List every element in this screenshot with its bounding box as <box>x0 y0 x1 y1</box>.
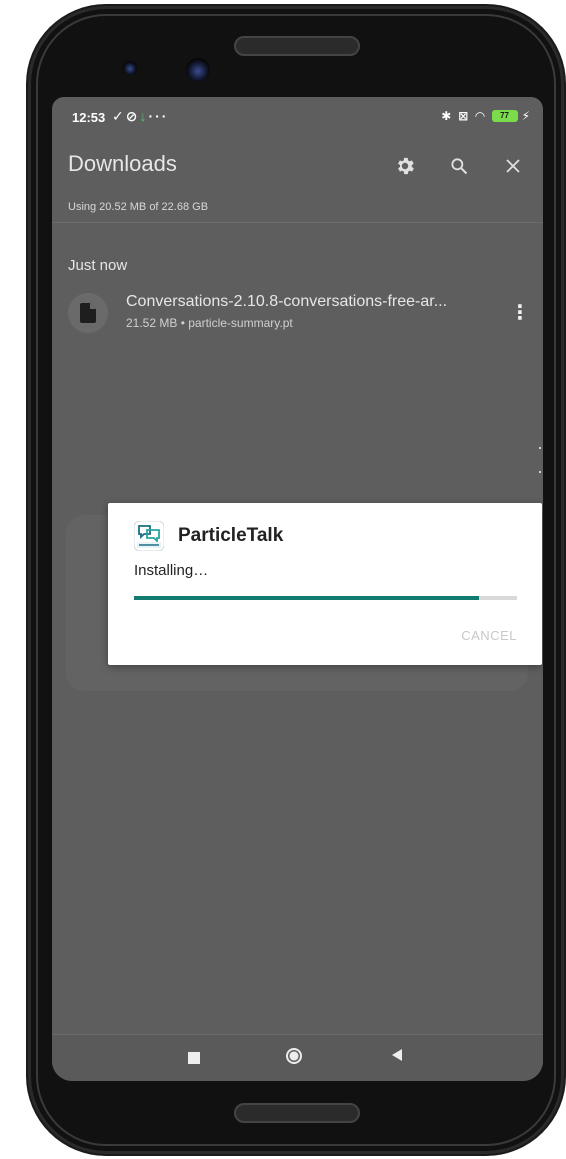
bottom-speaker <box>234 1103 360 1123</box>
app-bar: Downloads <box>52 139 543 195</box>
navigation-bar <box>52 1034 543 1081</box>
install-progress-fill <box>134 596 479 600</box>
phone-frame: 12:53 ✓⊘↓··· ✱ ⊠ ◠ 77 ⚡ Downloads Using … <box>28 6 564 1154</box>
sim-icon: ⊠ <box>458 109 472 123</box>
install-status: Installing… <box>134 562 209 579</box>
status-system-icons: ✱ ⊠ ◠ 77 ⚡ <box>441 109 533 123</box>
section-header: Just now <box>68 257 128 274</box>
earpiece-speaker <box>234 36 360 56</box>
status-notification-icons: ✓⊘↓··· <box>112 108 168 125</box>
bluetooth-icon: ✱ <box>441 109 455 123</box>
cancel-button[interactable]: CANCEL <box>461 628 517 643</box>
install-dialog: ParticleTalk Installing… CANCEL <box>108 503 542 665</box>
home-button[interactable] <box>286 1048 302 1064</box>
storage-usage: Using 20.52 MB of 22.68 GB <box>68 201 209 213</box>
file-meta: 21.52 MB • particle-summary.pt <box>126 316 293 330</box>
particletalk-app-icon <box>133 520 165 552</box>
edge-mark <box>539 471 541 473</box>
status-bar: 12:53 ✓⊘↓··· ✱ ⊠ ◠ 77 ⚡ <box>52 97 543 139</box>
screen: 12:53 ✓⊘↓··· ✱ ⊠ ◠ 77 ⚡ Downloads Using … <box>52 97 543 1081</box>
blocked-icon: ⊘ <box>125 108 140 124</box>
file-name: Conversations-2.10.8-conversations-free-… <box>126 293 448 310</box>
file-icon <box>68 293 108 333</box>
close-icon[interactable] <box>498 151 528 181</box>
recent-apps-button[interactable] <box>188 1052 200 1064</box>
front-sensor <box>123 61 137 75</box>
check-download-icon: ✓ <box>112 108 126 124</box>
page-title: Downloads <box>68 151 177 176</box>
search-icon[interactable] <box>444 151 474 181</box>
edge-mark <box>539 447 541 449</box>
charging-icon: ⚡ <box>521 109 533 123</box>
download-list-item[interactable]: Conversations-2.10.8-conversations-free-… <box>52 287 543 343</box>
wifi-icon: ◠ <box>475 109 488 123</box>
divider <box>52 222 543 223</box>
battery-icon: 77 <box>491 110 518 122</box>
gear-icon[interactable] <box>390 151 420 181</box>
more-options-icon[interactable]: ⋮ <box>508 295 532 331</box>
front-camera <box>186 58 210 82</box>
back-button[interactable] <box>392 1049 402 1061</box>
dialog-app-name: ParticleTalk <box>178 525 284 546</box>
status-time: 12:53 <box>72 110 106 125</box>
install-progress-bar <box>134 596 517 600</box>
more-dots-icon: ··· <box>148 108 169 124</box>
